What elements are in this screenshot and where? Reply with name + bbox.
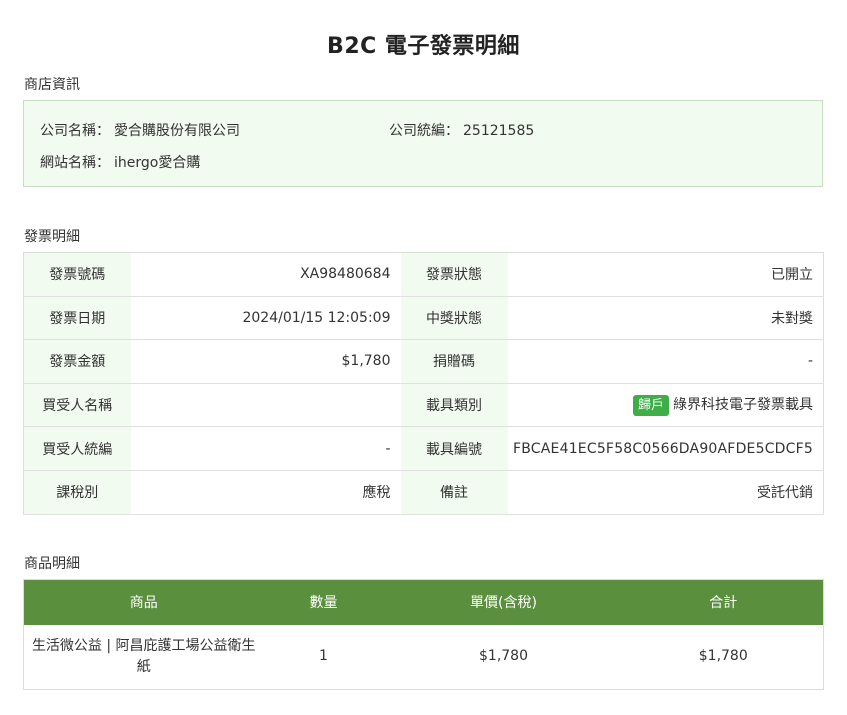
table-row: 發票金額 $1,780 捐贈碼 - — [23, 339, 824, 384]
site-name-label: 網站名稱： — [40, 155, 110, 171]
tax-type-label: 課稅別 — [23, 470, 131, 515]
carrier-type-value: 歸戶 綠界科技電子發票載具 — [507, 383, 824, 428]
invoice-amount-label: 發票金額 — [23, 339, 131, 384]
column-header-total: 合計 — [623, 579, 824, 625]
table-row: 發票號碼 XA98480684 發票狀態 已開立 — [23, 252, 824, 297]
carrier-type-label: 載具類別 — [400, 383, 508, 428]
table-row: 課稅別 應稅 備註 受託代銷 — [23, 470, 824, 515]
table-row: 發票日期 2024/01/15 12:05:09 中獎狀態 未對獎 — [23, 296, 824, 341]
tax-type-value: 應稅 — [130, 470, 401, 515]
prize-status-value: 未對獎 — [507, 296, 824, 341]
company-name-value: 愛合購股份有限公司 — [114, 123, 240, 139]
table-row: 買受人統編 - 載具編號 FBCAE41EC5F58C0566DA90AFDE5… — [23, 426, 824, 471]
invoice-number-value: XA98480684 — [130, 252, 401, 297]
item-quantity: 1 — [263, 624, 384, 690]
company-name-field: 公司名稱： 愛合購股份有限公司 — [40, 120, 240, 140]
items-section-title: 商品明細 — [24, 556, 80, 572]
invoice-section-title: 發票明細 — [24, 229, 80, 245]
column-header-unit-price: 單價(含稅) — [383, 579, 624, 625]
invoice-date-value: 2024/01/15 12:05:09 — [130, 296, 401, 341]
invoice-detail-table: 發票號碼 XA98480684 發票狀態 已開立 發票日期 2024/01/15… — [23, 252, 824, 515]
column-header-quantity: 數量 — [263, 579, 384, 625]
tax-id-field: 公司統編： 25121585 — [389, 120, 534, 140]
invoice-amount-value: $1,780 — [130, 339, 401, 384]
invoice-status-value: 已開立 — [507, 252, 824, 297]
carrier-type-text: 綠界科技電子發票載具 — [673, 397, 813, 414]
column-header-product: 商品 — [23, 579, 264, 625]
invoice-date-label: 發票日期 — [23, 296, 131, 341]
prize-status-label: 中獎狀態 — [400, 296, 508, 341]
carrier-id-value: FBCAE41EC5F58C0566DA90AFDE5CDCF5 — [507, 426, 824, 471]
company-name-label: 公司名稱： — [40, 123, 110, 139]
items-table: 商品 數量 單價(含稅) 合計 生活微公益 | 阿昌庇護工場公益衛生紙 1 $1… — [23, 579, 824, 690]
remark-value: 受託代銷 — [507, 470, 824, 515]
invoice-status-label: 發票狀態 — [400, 252, 508, 297]
item-unit-price: $1,780 — [383, 624, 624, 690]
buyer-tax-id-label: 買受人統編 — [23, 426, 131, 471]
item-total: $1,780 — [623, 624, 824, 690]
donation-code-label: 捐贈碼 — [400, 339, 508, 384]
invoice-number-label: 發票號碼 — [23, 252, 131, 297]
carrier-badge: 歸戶 — [632, 394, 669, 416]
buyer-tax-id-value: - — [130, 426, 401, 471]
buyer-name-value — [130, 383, 401, 428]
donation-code-value: - — [507, 339, 824, 384]
store-info-box: 公司名稱： 愛合購股份有限公司 公司統編： 25121585 網站名稱： ihergo… — [23, 100, 823, 187]
site-name-field: 網站名稱： ihergo愛合購 — [40, 152, 200, 172]
tax-id-value: 25121585 — [463, 123, 535, 139]
items-header-row: 商品 數量 單價(含稅) 合計 — [23, 579, 824, 625]
item-name: 生活微公益 | 阿昌庇護工場公益衛生紙 — [23, 624, 264, 690]
page-title: B2C 電子發票明細 — [327, 34, 520, 59]
store-section-title: 商店資訊 — [24, 77, 80, 93]
carrier-id-label: 載具編號 — [400, 426, 508, 471]
tax-id-label: 公司統編： — [389, 123, 459, 139]
table-row: 生活微公益 | 阿昌庇護工場公益衛生紙 1 $1,780 $1,780 — [23, 624, 824, 690]
remark-label: 備註 — [400, 470, 508, 515]
table-row: 買受人名稱 載具類別 歸戶 綠界科技電子發票載具 — [23, 383, 824, 428]
site-name-value: ihergo愛合購 — [114, 155, 201, 171]
buyer-name-label: 買受人名稱 — [23, 383, 131, 428]
